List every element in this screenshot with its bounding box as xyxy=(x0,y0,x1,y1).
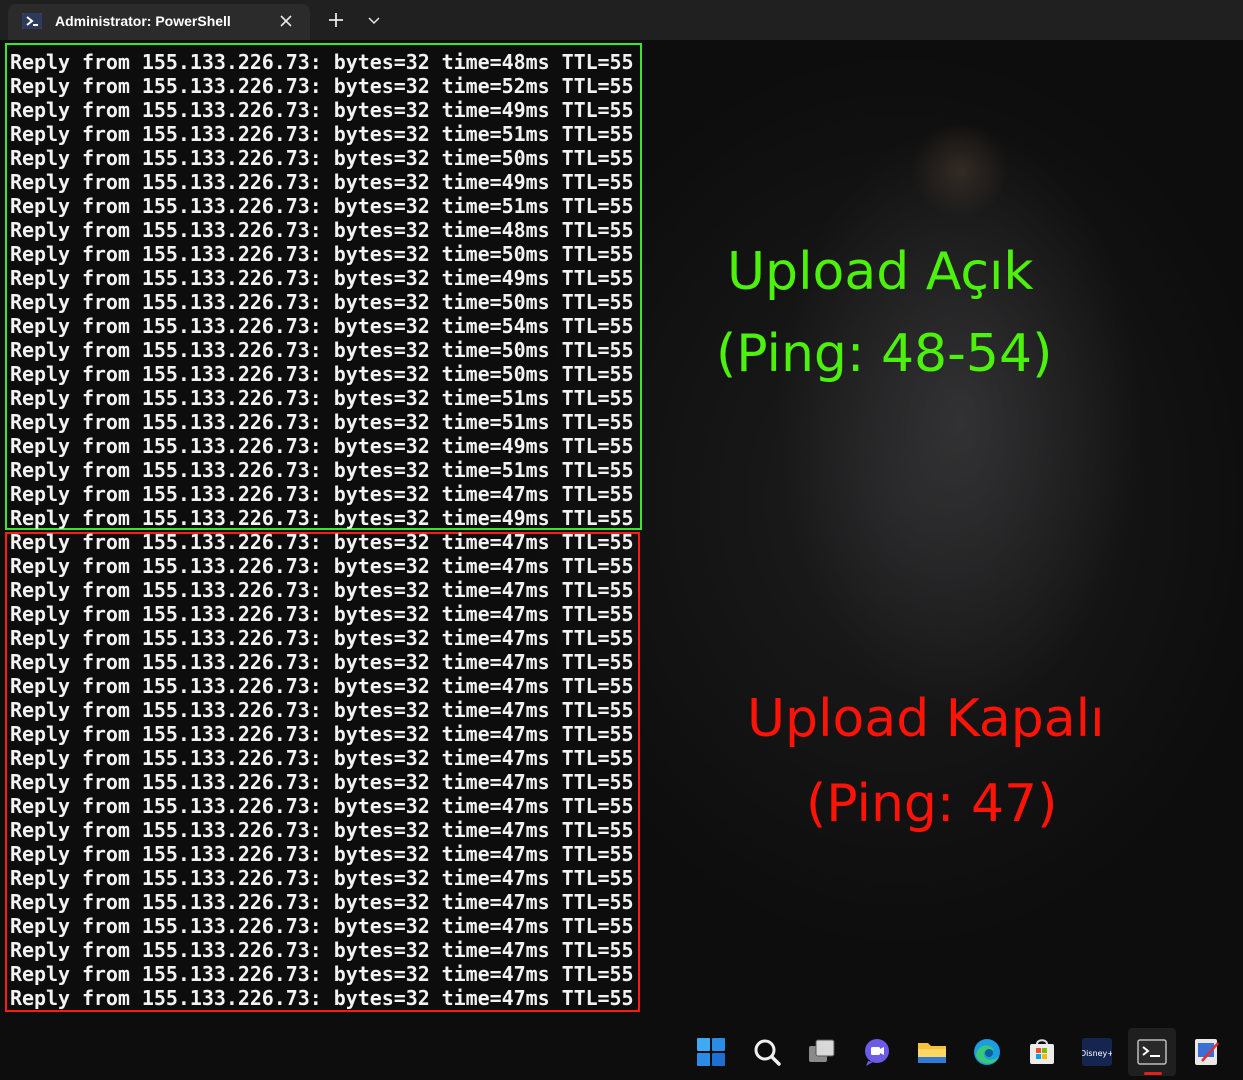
terminal-icon[interactable] xyxy=(1128,1028,1176,1076)
terminal-line: Reply from 155.133.226.73: bytes=32 time… xyxy=(10,506,634,530)
active-app-indicator xyxy=(1144,1072,1162,1075)
terminal-line: Reply from 155.133.226.73: bytes=32 time… xyxy=(10,338,634,362)
ping-group-upload-on: Reply from 155.133.226.73: bytes=32 time… xyxy=(10,50,650,530)
terminal-line: Reply from 155.133.226.73: bytes=32 time… xyxy=(10,50,634,74)
terminal-line: Reply from 155.133.226.73: bytes=32 time… xyxy=(10,842,634,866)
file-explorer-icon[interactable] xyxy=(908,1028,956,1076)
terminal-line: Reply from 155.133.226.73: bytes=32 time… xyxy=(10,866,634,890)
new-tab-button[interactable] xyxy=(325,9,347,31)
ping-group-upload-off: Reply from 155.133.226.73: bytes=32 time… xyxy=(10,530,650,1010)
terminal-line: Reply from 155.133.226.73: bytes=32 time… xyxy=(10,962,634,986)
terminal-line: Reply from 155.133.226.73: bytes=32 time… xyxy=(10,170,634,194)
terminal-output[interactable]: Reply from 155.133.226.73: bytes=32 time… xyxy=(10,50,650,1010)
taskbar: Disney+ xyxy=(686,1024,1243,1080)
terminal-line: Reply from 155.133.226.73: bytes=32 time… xyxy=(10,554,634,578)
terminal-line: Reply from 155.133.226.73: bytes=32 time… xyxy=(10,458,634,482)
start-icon[interactable] xyxy=(687,1028,735,1076)
chat-icon[interactable] xyxy=(853,1028,901,1076)
upload-off-ping-label: (Ping: 47) xyxy=(806,774,1058,834)
terminal-line: Reply from 155.133.226.73: bytes=32 time… xyxy=(10,482,634,506)
terminal-line: Reply from 155.133.226.73: bytes=32 time… xyxy=(10,602,634,626)
terminal-line: Reply from 155.133.226.73: bytes=32 time… xyxy=(10,242,634,266)
edge-icon[interactable] xyxy=(963,1028,1011,1076)
terminal-line: Reply from 155.133.226.73: bytes=32 time… xyxy=(10,986,634,1010)
powershell-icon xyxy=(22,13,42,29)
tab-bar: Administrator: PowerShell xyxy=(0,0,1243,40)
upload-off-label: Upload Kapalı xyxy=(747,689,1105,749)
terminal-line: Reply from 155.133.226.73: bytes=32 time… xyxy=(10,794,634,818)
chevron-down-icon[interactable] xyxy=(364,11,384,31)
terminal-line: Reply from 155.133.226.73: bytes=32 time… xyxy=(10,74,634,98)
terminal-line: Reply from 155.133.226.73: bytes=32 time… xyxy=(10,578,634,602)
terminal-line: Reply from 155.133.226.73: bytes=32 time… xyxy=(10,938,634,962)
terminal-line: Reply from 155.133.226.73: bytes=32 time… xyxy=(10,650,634,674)
upload-on-ping-label: (Ping: 48-54) xyxy=(716,324,1053,384)
terminal-line: Reply from 155.133.226.73: bytes=32 time… xyxy=(10,410,634,434)
terminal-line: Reply from 155.133.226.73: bytes=32 time… xyxy=(10,698,634,722)
upload-on-label: Upload Açık xyxy=(727,242,1034,302)
desktop: Administrator: PowerShell Reply from 155… xyxy=(0,0,1243,1080)
disney-plus-icon[interactable]: Disney+ xyxy=(1073,1028,1121,1076)
terminal-line: Reply from 155.133.226.73: bytes=32 time… xyxy=(10,722,634,746)
terminal-line: Reply from 155.133.226.73: bytes=32 time… xyxy=(10,290,634,314)
tab-title: Administrator: PowerShell xyxy=(55,13,231,29)
svg-text:Disney+: Disney+ xyxy=(1082,1049,1112,1058)
close-icon[interactable] xyxy=(276,11,296,31)
store-icon[interactable] xyxy=(1018,1028,1066,1076)
terminal-line: Reply from 155.133.226.73: bytes=32 time… xyxy=(10,218,634,242)
terminal-line: Reply from 155.133.226.73: bytes=32 time… xyxy=(10,146,634,170)
terminal-line: Reply from 155.133.226.73: bytes=32 time… xyxy=(10,122,634,146)
terminal-line: Reply from 155.133.226.73: bytes=32 time… xyxy=(10,194,634,218)
search-icon[interactable] xyxy=(743,1028,791,1076)
terminal-line: Reply from 155.133.226.73: bytes=32 time… xyxy=(10,746,634,770)
terminal-line: Reply from 155.133.226.73: bytes=32 time… xyxy=(10,770,634,794)
terminal-line: Reply from 155.133.226.73: bytes=32 time… xyxy=(10,314,634,338)
terminal-line: Reply from 155.133.226.73: bytes=32 time… xyxy=(10,914,634,938)
terminal-line: Reply from 155.133.226.73: bytes=32 time… xyxy=(10,266,634,290)
terminal-line: Reply from 155.133.226.73: bytes=32 time… xyxy=(10,626,634,650)
snipping-tool-icon[interactable] xyxy=(1183,1028,1231,1076)
terminal-line: Reply from 155.133.226.73: bytes=32 time… xyxy=(10,674,634,698)
terminal-line: Reply from 155.133.226.73: bytes=32 time… xyxy=(10,386,634,410)
terminal-line: Reply from 155.133.226.73: bytes=32 time… xyxy=(10,362,634,386)
terminal-line: Reply from 155.133.226.73: bytes=32 time… xyxy=(10,434,634,458)
terminal-line: Reply from 155.133.226.73: bytes=32 time… xyxy=(10,890,634,914)
terminal-line: Reply from 155.133.226.73: bytes=32 time… xyxy=(10,98,634,122)
terminal-line: Reply from 155.133.226.73: bytes=32 time… xyxy=(10,530,634,554)
terminal-line: Reply from 155.133.226.73: bytes=32 time… xyxy=(10,818,634,842)
task-view-icon[interactable] xyxy=(798,1028,846,1076)
tab-powershell[interactable]: Administrator: PowerShell xyxy=(8,4,310,40)
